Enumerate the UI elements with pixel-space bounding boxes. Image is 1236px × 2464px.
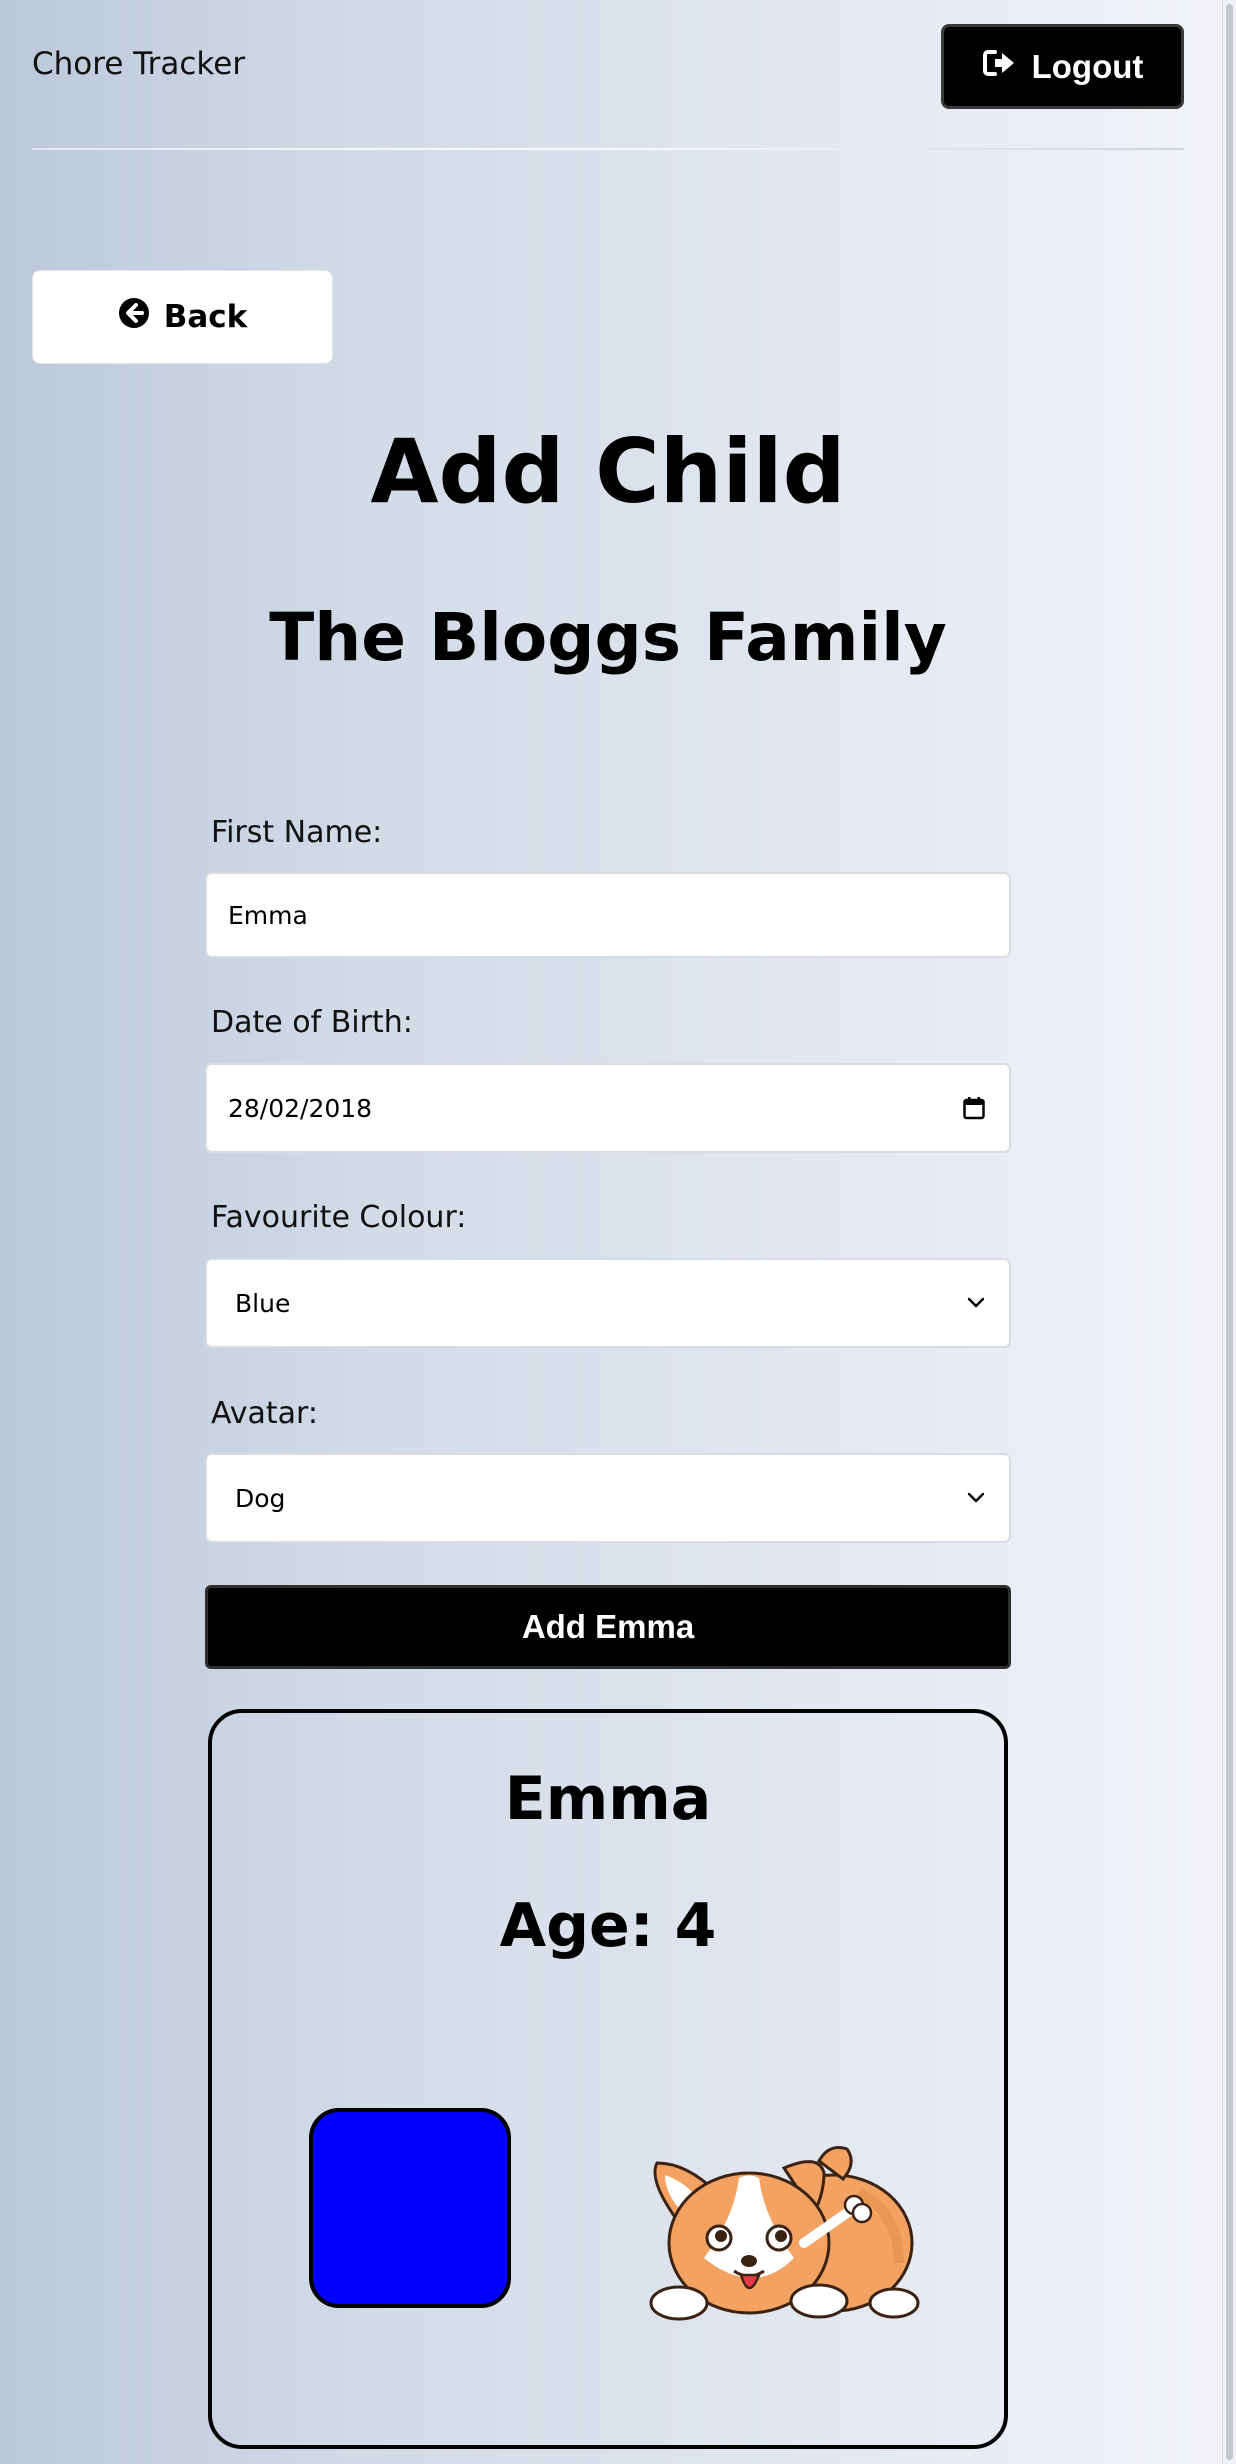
header-divider [32,148,1184,150]
corgi-dog-icon [629,2133,929,2333]
family-name-heading: The Bloggs Family [269,599,947,676]
chevron-down-icon [967,1492,985,1504]
first-name-input[interactable]: Emma [205,872,1011,958]
calendar-icon[interactable] [963,1096,985,1120]
app-brand[interactable]: Chore Tracker [32,46,245,82]
back-label: Back [163,299,248,335]
avatar-value: Dog [235,1483,286,1513]
child-preview-card: Emma Age: 4 [208,1709,1008,2449]
first-name-label: First Name: [211,815,383,850]
avatar-label: Avatar: [211,1396,318,1431]
favourite-colour-select[interactable]: Blue [205,1258,1011,1348]
page-scrollbar[interactable] [1222,0,1236,2464]
logout-button[interactable]: Logout [941,24,1184,109]
add-child-button[interactable]: Add Emma [205,1585,1011,1669]
favourite-colour-swatch [309,2108,511,2308]
page-title: Add Child [370,420,846,523]
scrollbar-thumb[interactable] [1226,4,1233,2460]
back-button[interactable]: Back [32,270,333,364]
logout-label: Logout [1031,47,1144,85]
avatar-select[interactable]: Dog [205,1453,1011,1543]
preview-child-age: Age: 4 [499,1891,717,1961]
chevron-down-icon [967,1297,985,1309]
dob-input[interactable]: 28/02/2018 [205,1063,1011,1153]
sign-out-icon [982,48,1016,86]
favourite-colour-label: Favourite Colour: [211,1200,467,1235]
dob-value: 28/02/2018 [228,1093,373,1123]
favourite-colour-value: Blue [235,1288,291,1318]
dob-label: Date of Birth: [211,1005,413,1040]
arrow-circle-left-icon [118,297,150,337]
first-name-value: Emma [228,900,308,930]
preview-child-name: Emma [504,1764,712,1834]
